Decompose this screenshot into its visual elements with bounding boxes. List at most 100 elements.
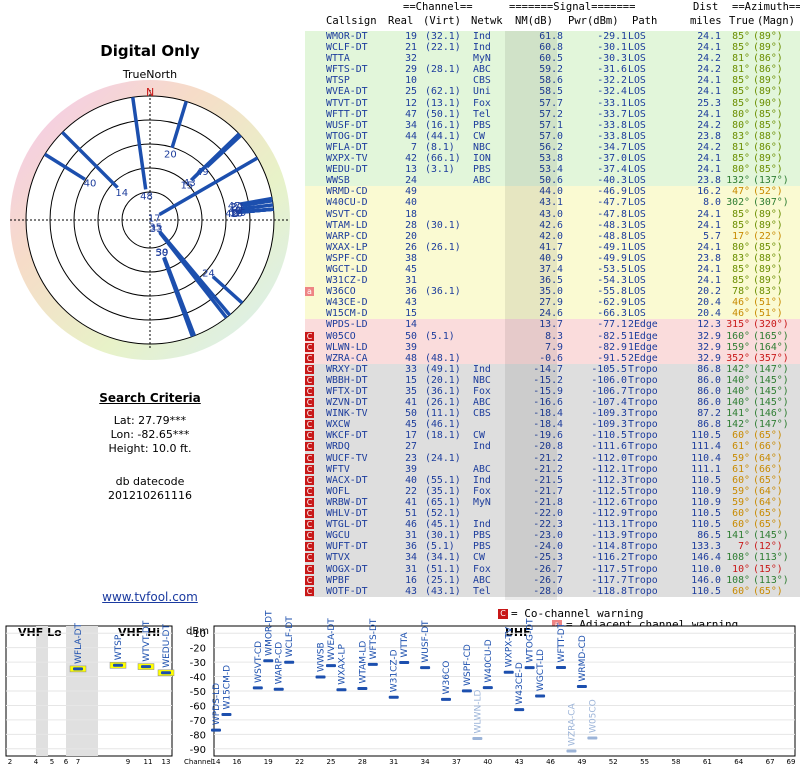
path-cell: LOS xyxy=(628,53,646,65)
power-dbm-cell: -48.3 xyxy=(597,219,627,231)
path-cell: LOS xyxy=(628,108,646,120)
power-dbm-cell: -32.2 xyxy=(597,75,627,87)
virtual-channel-cell: (5.1) xyxy=(425,541,455,553)
real-channel-cell: 41 xyxy=(405,397,417,409)
header-real: Real xyxy=(388,15,414,27)
x-tick-label: 7 xyxy=(76,758,80,766)
virtual-channel-cell: (30.1) xyxy=(425,219,461,231)
real-channel-cell: 10 xyxy=(405,75,417,87)
network-cell: PBS xyxy=(473,119,491,131)
path-cell: LOS xyxy=(628,75,646,87)
real-channel-cell: 39 xyxy=(405,463,417,475)
distance-cell: 20.4 xyxy=(697,297,721,309)
virtual-channel-cell: (52.1) xyxy=(425,508,461,520)
y-tick-label: -70 xyxy=(190,716,206,727)
station-marker xyxy=(221,713,232,717)
distance-cell: 111.4 xyxy=(691,441,721,453)
path-cell: 2Edge xyxy=(628,319,658,331)
station-label: WTAM-LD xyxy=(358,641,368,684)
y-tick-label: -60 xyxy=(190,701,206,712)
azimuth-magn-cell: (137°) xyxy=(753,175,789,187)
distance-cell: 24.1 xyxy=(697,241,721,253)
power-dbm-cell: -47.7 xyxy=(597,197,627,209)
virtual-channel-cell: (65.1) xyxy=(425,496,461,508)
real-channel-cell: 21 xyxy=(405,42,417,54)
azimuth-true-cell: 85° xyxy=(732,219,750,231)
azimuth-magn-cell: (66°) xyxy=(753,441,783,453)
power-dbm-cell: -30.3 xyxy=(597,53,627,65)
distance-cell: 110.5 xyxy=(691,519,721,531)
distance-cell: 86.8 xyxy=(697,363,721,375)
station-marker xyxy=(263,659,274,663)
azimuth-magn-cell: (65°) xyxy=(753,508,783,520)
azimuth-magn-cell: (89°) xyxy=(753,275,783,287)
path-cell: LOS xyxy=(628,86,646,98)
azimuth-true-cell: 85° xyxy=(732,263,750,275)
distance-cell: 110.0 xyxy=(691,563,721,575)
callsign-cell: WUSF-DT xyxy=(326,119,368,131)
distance-cell: 86.8 xyxy=(697,419,721,431)
distance-cell: 110.5 xyxy=(691,508,721,520)
distance-cell: 24.1 xyxy=(697,275,721,287)
callsign-cell: WACX-DT xyxy=(326,474,368,486)
real-channel-cell: 40 xyxy=(405,197,417,209)
power-dbm-cell: -77.1 xyxy=(597,319,627,331)
station-label: W36CO xyxy=(442,661,452,695)
co-channel-warning-icon: C xyxy=(305,375,314,385)
azimuth-true-cell: 141° xyxy=(726,530,750,542)
x-tick-label: 22 xyxy=(295,758,304,766)
virtual-channel-cell: (55.1) xyxy=(425,474,461,486)
callsign-cell: WTVT-DT xyxy=(326,97,368,109)
network-cell: NBC xyxy=(473,374,491,386)
real-channel-cell: 24 xyxy=(405,175,417,187)
path-cell: LOS xyxy=(628,241,646,253)
azimuth-true-cell: 140° xyxy=(726,397,750,409)
station-label: W40CU-D xyxy=(484,639,494,682)
network-cell: Fox xyxy=(473,386,491,397)
azimuth-true-cell: 160° xyxy=(726,330,750,342)
power-dbm-cell: -106.0 xyxy=(591,374,627,386)
distance-cell: 32.9 xyxy=(697,341,721,353)
station-marker xyxy=(482,686,493,690)
distance-cell: 23.8 xyxy=(697,130,721,142)
path-cell: Tropo xyxy=(628,363,658,375)
x-tick-label: 28 xyxy=(358,758,367,766)
callsign-cell: WXPX-TV xyxy=(326,153,368,165)
real-channel-cell: 14 xyxy=(405,319,417,331)
network-cell: Ind xyxy=(473,474,491,486)
network-cell: Ind xyxy=(473,441,491,453)
callsign-cell: WGCT-LD xyxy=(326,263,368,275)
station-label: WMOR-DT xyxy=(264,610,274,656)
header-virt: (Virt) xyxy=(423,15,461,27)
azimuth-true-cell: 59° xyxy=(732,452,750,464)
distance-cell: 24.2 xyxy=(697,141,721,153)
db-datecode-value: 201210261116 xyxy=(108,489,192,502)
path-cell: LOS xyxy=(628,252,646,264)
x-tick-label: 6 xyxy=(64,758,69,766)
power-dbm-cell: -55.8 xyxy=(597,286,627,298)
x-tick-label: 19 xyxy=(264,758,273,766)
azimuth-true-cell: 159° xyxy=(726,341,750,353)
azimuth-magn-cell: (52°) xyxy=(753,186,783,198)
path-cell: LOS xyxy=(628,263,646,275)
azimuth-magn-cell: (146°) xyxy=(753,408,789,420)
distance-cell: 24.1 xyxy=(697,86,721,98)
azimuth-magn-cell: (147°) xyxy=(753,363,789,375)
header-magn: (Magn) xyxy=(757,15,795,27)
azimuth-magn-cell: (113°) xyxy=(753,552,789,564)
longitude-text: Lon: -82.65*** xyxy=(110,428,190,441)
path-cell: LOS xyxy=(628,208,646,220)
power-dbm-cell: -33.1 xyxy=(597,97,627,109)
azimuth-true-cell: 60° xyxy=(732,430,750,442)
y-tick-label: -90 xyxy=(190,745,206,756)
azimuth-true-cell: 108° xyxy=(726,552,750,564)
tvfool-link[interactable]: www.tvfool.com xyxy=(0,590,300,604)
y-tick-label: -80 xyxy=(190,730,206,741)
virtual-channel-cell: (16.1) xyxy=(425,119,461,131)
x-tick-label: 5 xyxy=(50,758,54,766)
azimuth-ray-label: 24 xyxy=(202,269,215,280)
azimuth-true-cell: 7° xyxy=(738,541,750,553)
callsign-cell: WGCU xyxy=(326,530,350,542)
station-marker xyxy=(461,689,472,693)
real-channel-cell: 31 xyxy=(405,563,417,575)
